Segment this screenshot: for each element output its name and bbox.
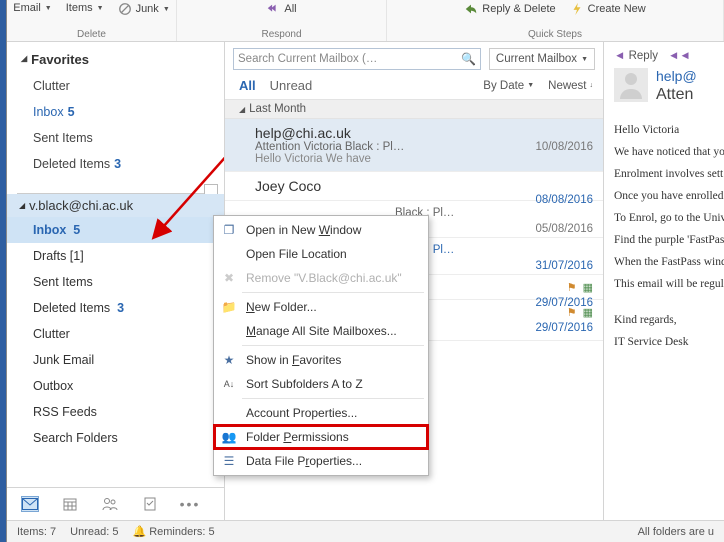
- ctx-data-file-properties[interactable]: ☰Data File Properties...: [214, 449, 428, 473]
- ctx-folder-permissions[interactable]: 👥Folder Permissions: [214, 425, 428, 449]
- calendar-flag-icon[interactable]: ▦: [583, 306, 593, 319]
- folder-inbox[interactable]: Inbox 5: [7, 217, 224, 243]
- reading-pane: ◄ Reply ◄◄ help@ Atten Hello Victoria We…: [604, 42, 724, 520]
- message-date: 31/07/2016: [535, 260, 593, 272]
- calendar-flag-icon[interactable]: ▦: [583, 281, 593, 294]
- nav-module-icons: •••: [7, 487, 224, 520]
- email-subject: Atten: [656, 86, 697, 104]
- ribbon-group-respond: All Respond: [177, 0, 387, 41]
- search-input[interactable]: Search Current Mailbox (… 🔍: [233, 48, 481, 70]
- fav-clutter[interactable]: Clutter: [7, 73, 224, 99]
- tasks-module-icon[interactable]: [141, 496, 159, 512]
- status-sync: All folders are u: [638, 526, 714, 538]
- lightning-icon: [570, 2, 584, 16]
- message-date: 05/08/2016: [535, 223, 593, 235]
- junk-icon: [118, 2, 132, 16]
- folder-outbox[interactable]: Outbox: [7, 373, 224, 399]
- sort-order-dropdown[interactable]: Newest↓: [548, 80, 593, 92]
- message-from: help@chi.ac.uk: [255, 125, 593, 141]
- fav-deleted[interactable]: Deleted Items3: [7, 151, 224, 177]
- message-row[interactable]: Joey Coco 08/08/2016: [225, 172, 603, 201]
- properties-icon: ☰: [220, 454, 238, 468]
- calendar-module-icon[interactable]: [61, 496, 79, 512]
- sender-name: help@: [656, 68, 697, 84]
- body-line: IT Service Desk: [614, 336, 724, 348]
- fav-inbox[interactable]: Inbox5: [7, 99, 224, 125]
- ribbon-group-delete: Email ▼ Items ▼ Junk ▼ Delete: [7, 0, 177, 41]
- ribbon: Email ▼ Items ▼ Junk ▼ Delete All Respon…: [7, 0, 724, 42]
- filter-unread[interactable]: Unread: [270, 78, 313, 93]
- ribbon-group-quicksteps: Reply & Delete Create New Quick Steps: [387, 0, 724, 41]
- folder-search[interactable]: Search Folders: [7, 425, 224, 451]
- new-folder-icon: 📁: [220, 300, 238, 314]
- ctx-open-new-window[interactable]: ❐Open in New Window: [214, 218, 428, 242]
- sort-by-dropdown[interactable]: By Date▼: [483, 80, 534, 92]
- fav-sent[interactable]: Sent Items: [7, 125, 224, 151]
- create-new-quickstep[interactable]: Create New: [570, 2, 646, 16]
- message-date: 29/07/2016: [535, 322, 593, 334]
- body-line: Find the purple 'FastPas: [614, 234, 724, 246]
- sort-az-icon: A↓: [220, 379, 238, 389]
- ctx-show-in-favorites[interactable]: ★Show in Favorites: [214, 348, 428, 372]
- body-line: This email will be regul: [614, 278, 724, 290]
- message-row[interactable]: help@chi.ac.uk Attention Victoria Black …: [225, 119, 603, 172]
- folder-rss[interactable]: RSS Feeds: [7, 399, 224, 425]
- window-icon: ❐: [220, 223, 238, 237]
- body-line: When the FastPass wind: [614, 256, 724, 268]
- message-date: 10/08/2016: [535, 141, 593, 153]
- more-modules-icon[interactable]: •••: [181, 496, 199, 512]
- flag-icon[interactable]: ⚑: [567, 306, 577, 319]
- status-items: Items: 7: [17, 526, 56, 538]
- body-line: We have noticed that yo: [614, 146, 724, 158]
- search-scope-dropdown[interactable]: Current Mailbox▼: [489, 48, 595, 70]
- search-icon[interactable]: 🔍: [461, 52, 476, 66]
- ctx-new-folder[interactable]: 📁New Folder...: [214, 295, 428, 319]
- folder-drafts[interactable]: Drafts [1]: [7, 243, 224, 269]
- group-header[interactable]: ◢Last Month: [225, 99, 603, 119]
- ctx-manage-mailboxes[interactable]: Manage All Site Mailboxes...: [214, 319, 428, 343]
- ctx-sort-subfolders[interactable]: A↓Sort Subfolders A to Z: [214, 372, 428, 396]
- body-line: Once you have enrolled: [614, 190, 724, 202]
- junk-split[interactable]: Junk ▼: [118, 2, 170, 16]
- body-line: To Enrol, go to the Univ: [614, 212, 724, 224]
- sender-avatar: [614, 68, 648, 102]
- new-email-split[interactable]: Email ▼: [13, 2, 51, 14]
- favorite-icon: ★: [220, 353, 238, 367]
- folder-context-menu: ❐Open in New Window Open File Location ✖…: [213, 215, 429, 476]
- flag-icon[interactable]: ⚑: [567, 281, 577, 294]
- status-bar: Items: 7 Unread: 5 🔔 Reminders: 5 All fo…: [7, 520, 724, 542]
- remove-icon: ✖: [220, 271, 238, 285]
- reply-all-button[interactable]: All: [266, 2, 296, 16]
- body-line: Enrolment involves sett: [614, 168, 724, 180]
- filter-all[interactable]: All: [239, 78, 256, 93]
- mail-module-icon[interactable]: [21, 496, 39, 512]
- ribbon-caption-quicksteps: Quick Steps: [387, 29, 723, 40]
- status-unread: Unread: 5: [70, 526, 118, 538]
- ctx-account-properties[interactable]: Account Properties...: [214, 401, 428, 425]
- folder-sent[interactable]: Sent Items: [7, 269, 224, 295]
- reply-all-button-reading[interactable]: ◄◄: [668, 50, 691, 62]
- status-reminders: 🔔 Reminders: 5: [132, 525, 214, 538]
- ctx-open-file-location[interactable]: Open File Location: [214, 242, 428, 266]
- message-from: Joey Coco: [255, 178, 593, 194]
- new-items-split[interactable]: Items ▼: [66, 2, 104, 14]
- people-module-icon[interactable]: [101, 496, 119, 512]
- ribbon-caption-delete: Delete: [7, 29, 176, 40]
- folder-junk[interactable]: Junk Email: [7, 347, 224, 373]
- account-node[interactable]: ◢v.black@chi.ac.uk: [7, 194, 224, 217]
- reply-all-icon: [266, 2, 280, 16]
- folder-clutter[interactable]: Clutter: [7, 321, 224, 347]
- body-line: Hello Victoria: [614, 124, 724, 136]
- body-line: Kind regards,: [614, 314, 724, 326]
- reply-and-delete-button[interactable]: Reply & Delete: [464, 2, 555, 16]
- ctx-remove: ✖Remove "V.Black@chi.ac.uk": [214, 266, 428, 290]
- favorites-header[interactable]: ◢Favorites: [7, 48, 224, 73]
- people-icon: 👥: [220, 430, 238, 444]
- message-preview: Hello Victoria We have: [255, 153, 593, 165]
- folder-pane: ◢Favorites Clutter Inbox5 Sent Items Del…: [7, 42, 225, 520]
- folder-deleted[interactable]: Deleted Items 3: [7, 295, 224, 321]
- reply-button[interactable]: ◄ Reply: [614, 50, 658, 62]
- ribbon-caption-respond: Respond: [177, 29, 386, 40]
- reply-delete-icon: [464, 2, 478, 16]
